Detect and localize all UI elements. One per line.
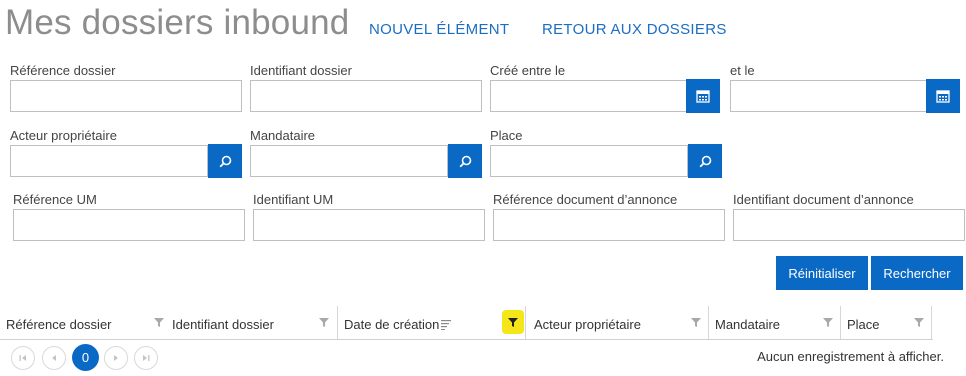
place-input[interactable] [490,145,688,177]
next-page-button[interactable] [104,346,128,370]
ref-doc-label: Référence document d’annonce [493,192,678,207]
last-page-button[interactable] [134,346,158,370]
mandataire-input[interactable] [250,145,448,177]
filter-icon[interactable] [821,315,835,329]
owner-search-button[interactable] [208,144,242,178]
column-label: Date de création [344,317,440,332]
back-to-dossiers-link[interactable]: RETOUR AUX DOSSIERS [542,21,727,38]
column-place[interactable]: Place [841,306,932,339]
place-search-button[interactable] [688,144,722,178]
column-ref-dossier[interactable]: Référence dossier [0,306,166,339]
id-um-input[interactable] [253,209,485,241]
ref-um-input[interactable] [13,209,245,241]
filter-icon [508,318,518,327]
filter-icon[interactable] [152,315,166,329]
ref-doc-input[interactable] [493,209,725,241]
column-id-dossier[interactable]: Identifiant dossier [166,306,338,339]
prev-page-icon [52,355,56,361]
sort-descending-icon[interactable] [440,318,452,330]
column-label: Identifiant dossier [172,317,274,332]
id-dossier-label: Identifiant dossier [250,63,352,78]
mandataire-label: Mandataire [250,128,316,143]
active-filter-button[interactable] [502,310,524,334]
column-label: Référence dossier [6,317,112,332]
ref-dossier-label: Référence dossier [10,63,116,78]
grid-header: Référence dossier Identifiant dossier Da… [0,306,933,340]
filter-icon[interactable] [317,315,331,329]
new-item-link[interactable]: NOUVEL ÉLÉMENT [369,21,509,38]
last-page-icon [143,355,150,361]
created-to-calendar-button[interactable] [926,79,960,113]
column-label: Mandataire [715,317,781,332]
ref-dossier-input[interactable] [10,80,242,112]
page-title: Mes dossiers inbound [5,3,350,42]
created-to-input[interactable] [730,80,927,112]
ref-um-label: Référence UM [13,192,97,207]
search-button[interactable]: Rechercher [871,256,963,290]
id-doc-input[interactable] [733,209,965,241]
filter-icon[interactable] [689,315,703,329]
column-date-creation[interactable]: Date de création [338,306,526,339]
reset-button[interactable]: Réinitialiser [776,256,868,290]
created-from-input[interactable] [490,80,687,112]
search-icon [459,155,471,167]
owner-input[interactable] [10,145,208,177]
search-icon [699,155,711,167]
place-label: Place [490,128,523,143]
empty-records-message: Aucun enregistrement à afficher. [757,349,944,364]
mandataire-search-button[interactable] [448,144,482,178]
id-dossier-input[interactable] [250,80,482,112]
prev-page-button[interactable] [42,346,66,370]
first-page-button[interactable] [11,346,35,370]
calendar-icon [936,90,950,103]
id-um-label: Identifiant UM [253,192,334,207]
current-page-indicator[interactable]: 0 [72,344,99,371]
created-to-label: et le [730,63,755,78]
calendar-icon [696,90,710,103]
next-page-icon [114,355,118,361]
first-page-icon [19,355,26,361]
filter-icon[interactable] [912,315,926,329]
search-icon [219,155,231,167]
column-owner[interactable]: Acteur propriétaire [526,306,709,339]
column-label: Acteur propriétaire [534,317,641,332]
created-from-label: Créé entre le [490,63,566,78]
column-mandataire[interactable]: Mandataire [709,306,841,339]
column-label: Place [847,317,880,332]
created-from-calendar-button[interactable] [686,79,720,113]
owner-label: Acteur propriétaire [10,128,117,143]
id-doc-label: Identifiant document d’annonce [733,192,914,207]
